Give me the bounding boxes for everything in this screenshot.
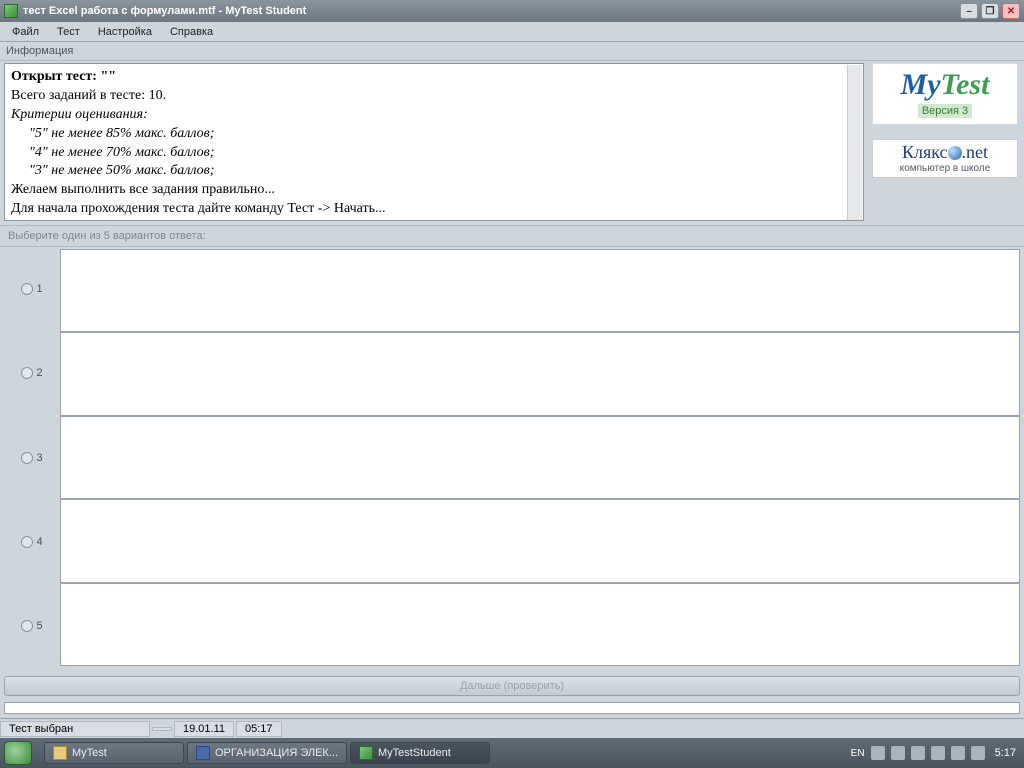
answer-num-4: 4 bbox=[36, 536, 42, 548]
info-scrollbar[interactable] bbox=[847, 65, 862, 221]
menu-test[interactable]: Тест bbox=[49, 24, 88, 40]
close-button[interactable]: ✕ bbox=[1002, 3, 1020, 19]
menu-file[interactable]: Файл bbox=[4, 24, 47, 40]
answer-num-5: 5 bbox=[36, 620, 42, 632]
answer-num-1: 1 bbox=[36, 283, 42, 295]
answer-num-3: 3 bbox=[36, 452, 42, 464]
answer-radio-3[interactable]: 3 bbox=[4, 415, 60, 499]
answer-box-1[interactable] bbox=[60, 249, 1020, 332]
word-icon bbox=[196, 746, 210, 760]
info-wish: Желаем выполнить все задания правильно..… bbox=[11, 181, 857, 200]
answer-radio-5[interactable]: 5 bbox=[4, 584, 60, 668]
next-button-wrap: Дальше (проверить) bbox=[0, 668, 1024, 700]
answer-box-5[interactable] bbox=[60, 583, 1020, 666]
radio-icon bbox=[21, 367, 33, 379]
tray-icon[interactable] bbox=[871, 746, 885, 760]
folder-icon bbox=[53, 746, 67, 760]
logo-test: Test bbox=[941, 68, 990, 101]
answer-box-4[interactable] bbox=[60, 499, 1020, 582]
info-section-label: Информация bbox=[0, 42, 1024, 61]
mytest-icon bbox=[359, 746, 373, 760]
info-opened-label: Открыт тест: bbox=[11, 69, 100, 84]
tray-icon[interactable] bbox=[971, 746, 985, 760]
taskbar-label-3: MyTestStudent bbox=[378, 747, 451, 759]
answer-prompt: Выберите один из 5 вариантов ответа: bbox=[0, 225, 1024, 247]
statusbar: Тест выбран 19.01.11 05:17 bbox=[0, 718, 1024, 738]
radio-icon bbox=[21, 536, 33, 548]
klyakso-logo: Клякс .net компьютер в школе bbox=[872, 139, 1018, 178]
window-titlebar: тест Excel работа с формулами.mtf - MyTe… bbox=[0, 0, 1024, 22]
info-grade-5: "5" не менее 85% макс. баллов; bbox=[11, 125, 857, 144]
window-title: тест Excel работа с формулами.mtf - MyTe… bbox=[23, 5, 960, 17]
progress-wrap bbox=[0, 700, 1024, 718]
next-button[interactable]: Дальше (проверить) bbox=[4, 676, 1020, 696]
status-empty-1 bbox=[152, 727, 172, 731]
language-indicator[interactable]: EN bbox=[851, 748, 865, 759]
answers-area: 1 2 3 4 5 bbox=[0, 247, 1024, 668]
answer-boxes-column bbox=[60, 247, 1020, 668]
info-start-hint: Для начала прохождения теста дайте коман… bbox=[11, 200, 857, 219]
answer-numbers-column: 1 2 3 4 5 bbox=[4, 247, 60, 668]
tray-icon[interactable] bbox=[931, 746, 945, 760]
tray-icon[interactable] bbox=[891, 746, 905, 760]
system-tray: EN 5:17 bbox=[851, 746, 1020, 760]
info-criteria-label: Критерии оценивания: bbox=[11, 106, 857, 125]
taskbar-clock[interactable]: 5:17 bbox=[991, 747, 1016, 759]
logo-panel: MyTest Версия 3 Клякс .net компьютер в шк… bbox=[870, 63, 1020, 221]
klyakso-sub: компьютер в школе bbox=[875, 163, 1015, 174]
klyakso-net: .net bbox=[962, 142, 989, 162]
tray-icon[interactable] bbox=[911, 746, 925, 760]
info-textbox: Открыт тест: "" Всего заданий в тесте: 1… bbox=[4, 63, 864, 221]
logo-version: Версия 3 bbox=[918, 104, 972, 118]
taskbar: MyTest ОРГАНИЗАЦИЯ ЭЛЕК... MyTestStudent… bbox=[0, 738, 1024, 768]
radio-icon bbox=[21, 283, 33, 295]
radio-icon bbox=[21, 620, 33, 632]
info-opened-value: "" bbox=[100, 69, 116, 84]
menu-settings[interactable]: Настройка bbox=[90, 24, 160, 40]
maximize-button[interactable]: ❐ bbox=[981, 3, 999, 19]
status-test-selected: Тест выбран bbox=[0, 721, 150, 737]
window-controls: – ❐ ✕ bbox=[960, 3, 1020, 19]
info-grade-4: "4" не менее 70% макс. баллов; bbox=[11, 144, 857, 163]
taskbar-item-word[interactable]: ОРГАНИЗАЦИЯ ЭЛЕК... bbox=[187, 742, 347, 764]
progress-bar bbox=[4, 702, 1020, 714]
klyakso-text: Клякс bbox=[902, 142, 948, 162]
menu-help[interactable]: Справка bbox=[162, 24, 221, 40]
app-icon bbox=[4, 4, 18, 18]
info-grade-3: "3" не менее 50% макс. баллов; bbox=[11, 162, 857, 181]
taskbar-label-2: ОРГАНИЗАЦИЯ ЭЛЕК... bbox=[215, 747, 338, 759]
answer-num-2: 2 bbox=[36, 367, 42, 379]
answer-radio-4[interactable]: 4 bbox=[4, 500, 60, 584]
status-time: 05:17 bbox=[236, 721, 282, 737]
globe-icon bbox=[948, 146, 962, 160]
mytest-logo: MyTest Версия 3 bbox=[872, 63, 1018, 125]
logo-my: My bbox=[901, 68, 941, 101]
minimize-button[interactable]: – bbox=[960, 3, 978, 19]
answer-radio-1[interactable]: 1 bbox=[4, 247, 60, 331]
taskbar-item-mytest-folder[interactable]: MyTest bbox=[44, 742, 184, 764]
radio-icon bbox=[21, 452, 33, 464]
answer-box-2[interactable] bbox=[60, 332, 1020, 415]
taskbar-label-1: MyTest bbox=[72, 747, 107, 759]
tray-icon[interactable] bbox=[951, 746, 965, 760]
answer-box-3[interactable] bbox=[60, 416, 1020, 499]
menubar: Файл Тест Настройка Справка bbox=[0, 22, 1024, 42]
info-pane: Открыт тест: "" Всего заданий в тесте: 1… bbox=[0, 61, 1024, 225]
info-total: Всего заданий в тесте: 10. bbox=[11, 87, 857, 106]
status-date: 19.01.11 bbox=[174, 721, 234, 737]
taskbar-item-myteststudent[interactable]: MyTestStudent bbox=[350, 742, 490, 764]
answer-radio-2[interactable]: 2 bbox=[4, 331, 60, 415]
start-button[interactable] bbox=[4, 741, 32, 765]
